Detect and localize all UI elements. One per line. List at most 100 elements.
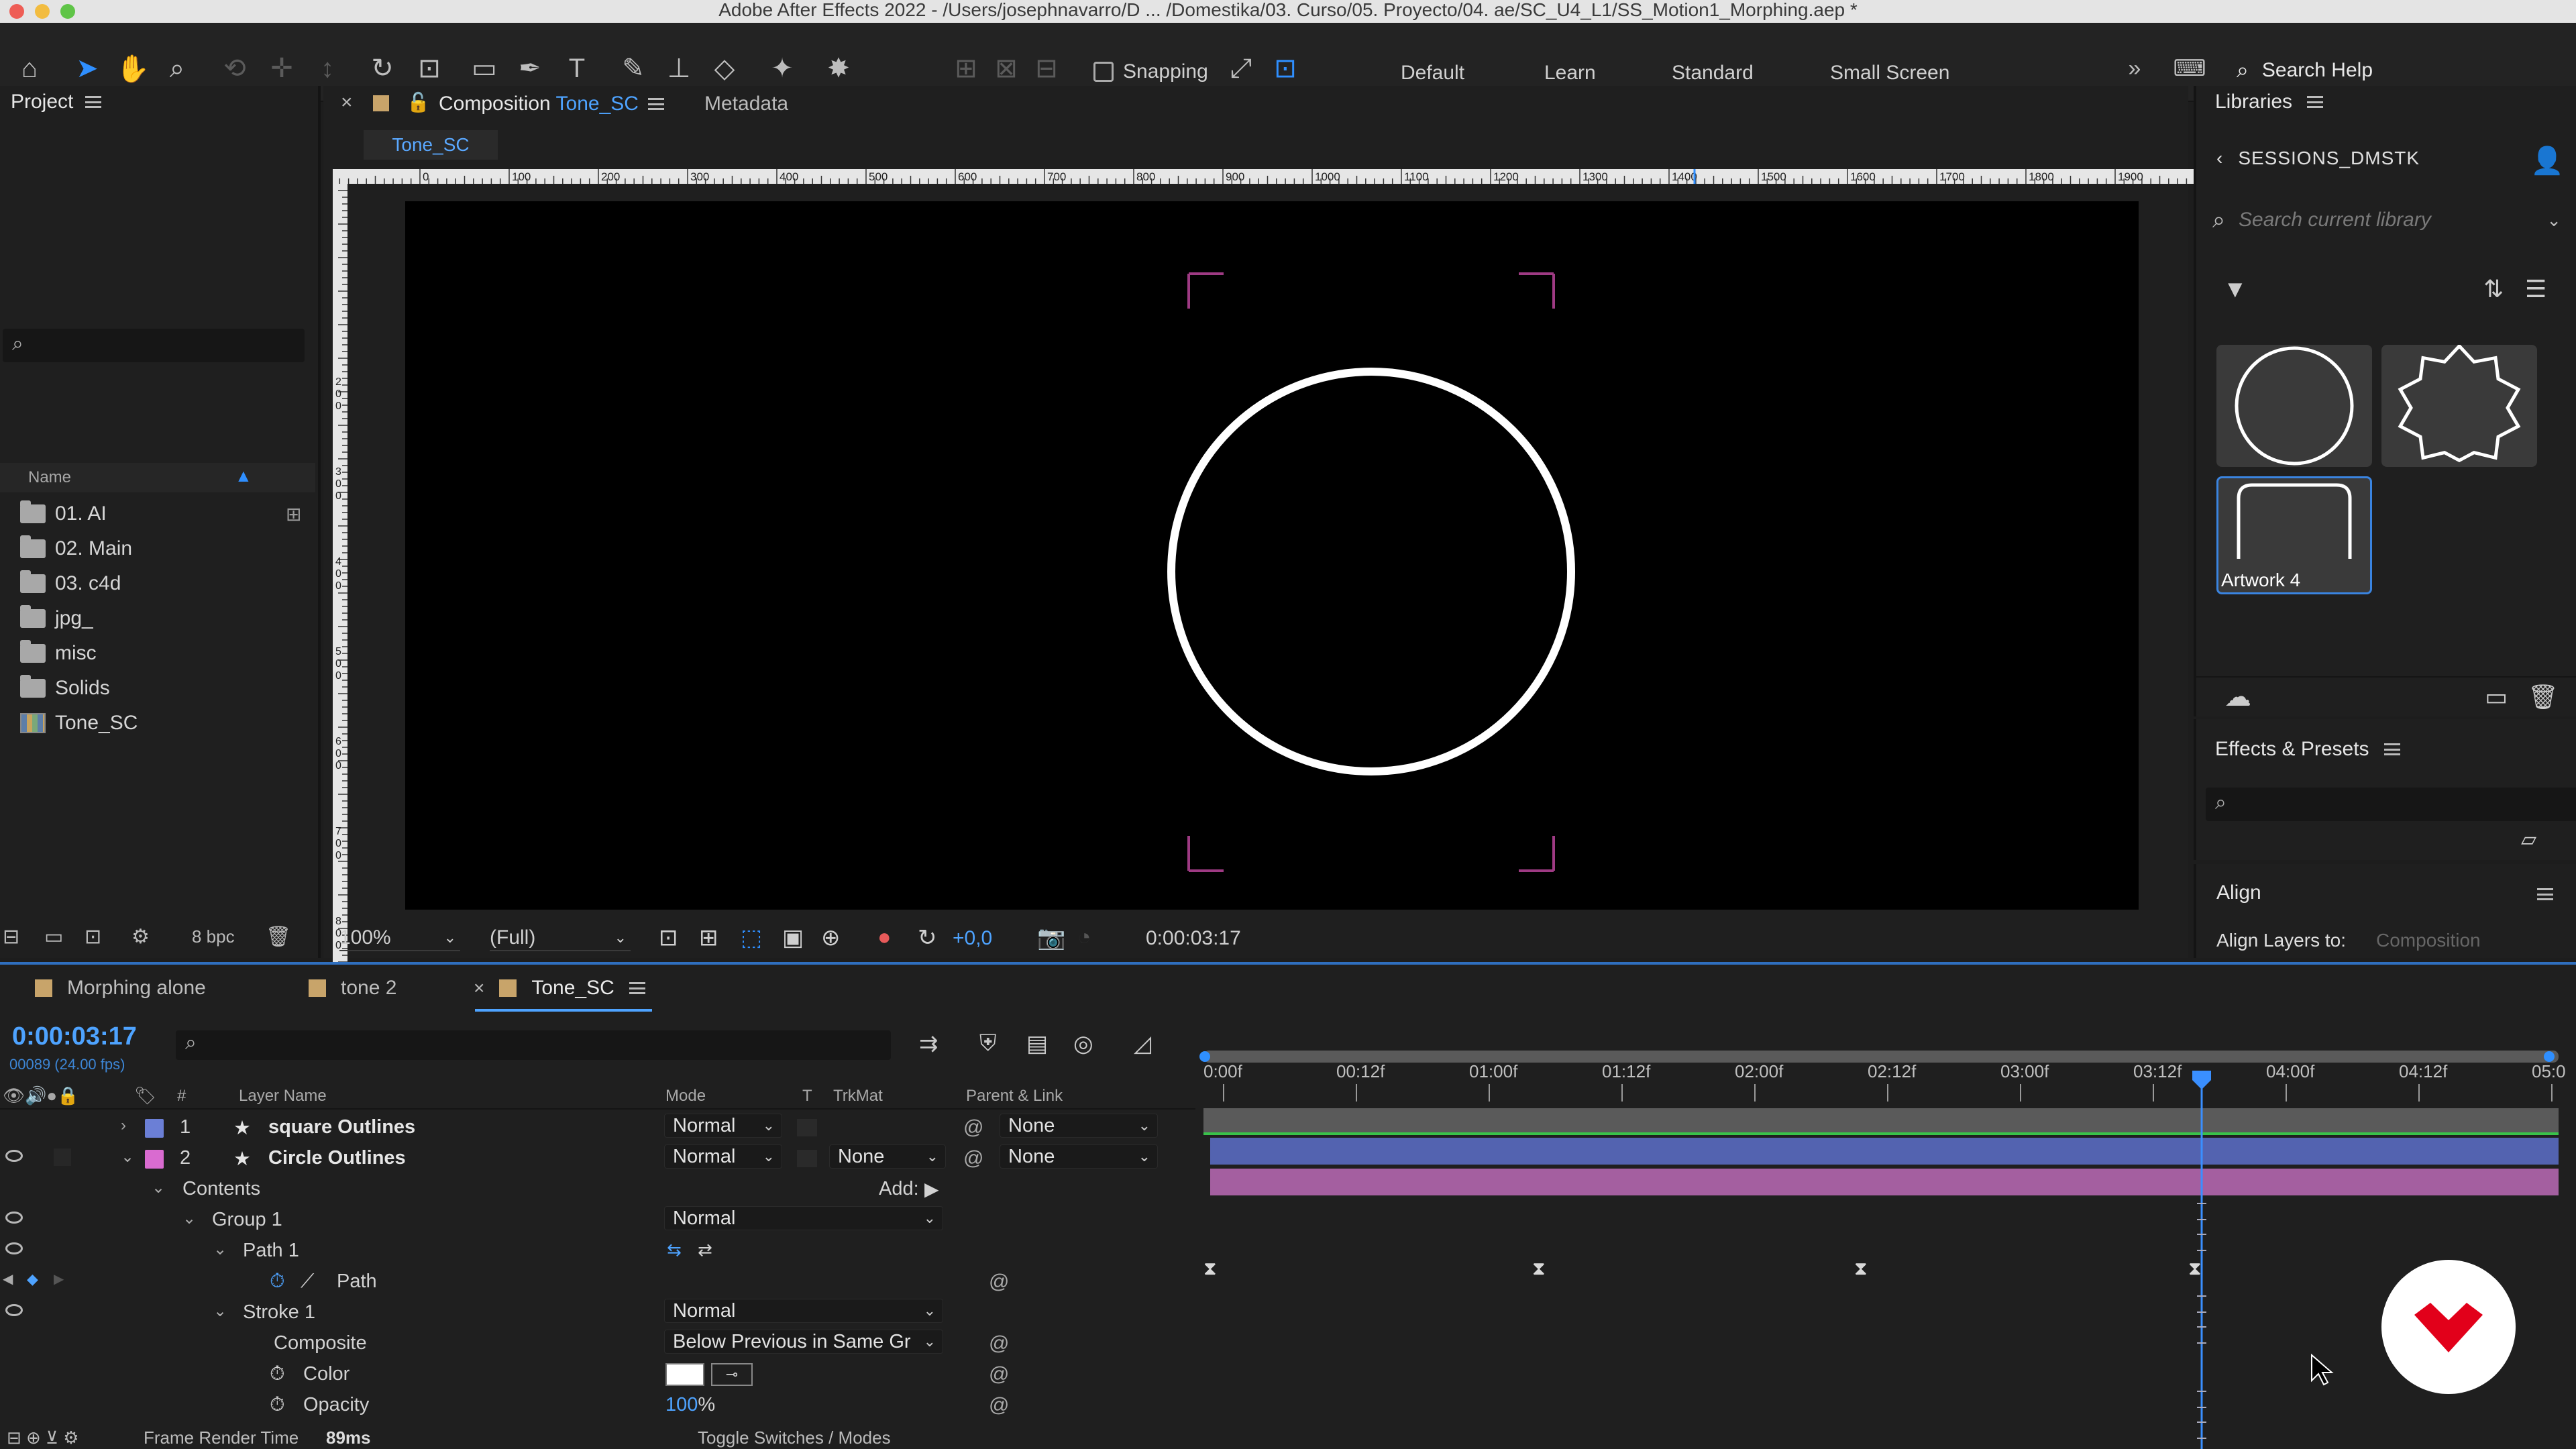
draft-3d-icon[interactable]: ⛨ (979, 1030, 997, 1057)
layer-2-duration-bar[interactable] (1210, 1169, 2559, 1195)
rotate-tool-icon[interactable]: ↻ (368, 54, 397, 83)
work-area-bar[interactable] (1203, 1108, 2559, 1132)
flowchart-icon[interactable]: ⊞ (286, 503, 301, 525)
color-row[interactable]: ⏱ Color ⊸ @ (0, 1358, 1195, 1389)
channels-icon[interactable]: ● (877, 924, 892, 951)
grid-guides-icon[interactable]: ⊕ (821, 924, 841, 951)
pickwhip-icon[interactable]: @ (963, 1116, 983, 1139)
project-item-folder[interactable]: 02. Main (0, 531, 315, 566)
search-help[interactable]: ⌕ Search Help (2237, 58, 2373, 83)
new-library-folder-icon[interactable]: ▭ (2485, 683, 2508, 711)
layer-row-circle-outlines[interactable]: ⌄ 2 ★ Circle Outlines Normal ⌄ None ⌄ @ No… (0, 1142, 1195, 1173)
sort-icon[interactable]: ⇅ (2483, 275, 2504, 303)
stopwatch-icon[interactable]: ⏱ (270, 1271, 285, 1293)
edit-workspaces-icon[interactable]: ⌨ (2173, 54, 2206, 83)
workspace-learn[interactable]: Learn (1544, 62, 1596, 85)
exposure-value[interactable]: +0,0 (953, 927, 992, 950)
project-menu-icon[interactable] (85, 96, 102, 108)
chevron-down-icon[interactable]: ⌄ (213, 1240, 227, 1259)
show-snapshot-icon[interactable]: ◔ (1077, 924, 1091, 951)
navigator-start-handle[interactable] (1199, 1051, 1210, 1062)
library-item-circle[interactable] (2216, 345, 2372, 467)
snapping-checkbox[interactable] (1093, 62, 1114, 82)
parent-dropdown[interactable]: None ⌄ (1000, 1144, 1158, 1169)
zoom-tool-icon[interactable]: ⌕ (162, 54, 192, 83)
clone-stamp-icon[interactable]: ⊥ (664, 54, 694, 83)
axis-view-icon[interactable]: ⊟ (1032, 54, 1061, 83)
layer-name[interactable]: square Outlines (268, 1116, 415, 1138)
project-item-folder[interactable]: 03. c4d (0, 566, 315, 601)
circle-outline-shape[interactable] (1167, 368, 1575, 775)
composition-canvas[interactable] (405, 201, 2139, 910)
path-keyframe[interactable]: ⧗ (1532, 1257, 1546, 1279)
pickwhip-icon[interactable]: @ (989, 1363, 1009, 1386)
mode-dropdown[interactable]: Normal ⌄ (664, 1114, 782, 1138)
layer-name-column-header[interactable]: Layer Name (239, 1087, 327, 1106)
mask-visibility-icon[interactable]: ⬚ (741, 924, 762, 951)
add-keyframe-icon[interactable]: ◆ (27, 1271, 38, 1288)
pickwhip-icon[interactable]: @ (989, 1271, 1009, 1293)
comp-mini-flowchart-icon[interactable]: ⇉ (919, 1030, 938, 1057)
library-search-input[interactable]: ⌕ Search current library ⌄ (2212, 200, 2561, 240)
bit-depth-label[interactable]: 8 bpc (192, 926, 235, 947)
composite-dropdown[interactable]: Below Previous in Same Gr ⌄ (664, 1330, 943, 1354)
graph-editor-icon[interactable]: ◿ (1134, 1030, 1151, 1057)
solo-toggle[interactable] (54, 1148, 71, 1166)
brush-tool-icon[interactable]: ✎ (619, 54, 648, 83)
visibility-eye-icon[interactable] (5, 1304, 23, 1316)
layer-label-color[interactable] (145, 1150, 164, 1169)
project-settings-icon[interactable]: ⚙ (131, 925, 150, 949)
snapping-toggle[interactable]: Snapping (1093, 60, 1208, 83)
more-workspaces-icon[interactable]: » (2120, 54, 2149, 83)
timeline-tab-tone-2[interactable]: tone 2 (309, 977, 396, 1000)
effects-menu-icon[interactable] (2383, 743, 2400, 755)
prev-keyframe-icon[interactable]: ◀ (3, 1271, 13, 1287)
chevron-down-icon[interactable]: ⌄ (152, 1178, 165, 1197)
viewer-timecode[interactable]: 0:00:03:17 (1146, 927, 1241, 950)
workspace-default[interactable]: Default (1401, 62, 1464, 85)
opacity-value-field[interactable]: 100% (665, 1394, 715, 1416)
path-group-row[interactable]: ⌄ Path 1 ⇆ ⇄ (0, 1234, 1195, 1265)
pickwhip-icon[interactable]: @ (963, 1147, 983, 1170)
composite-row[interactable]: Composite Below Previous in Same Gr ⌄ @ (0, 1327, 1195, 1358)
trkmat-dropdown[interactable]: None ⌄ (829, 1144, 946, 1169)
visibility-eye-icon[interactable] (5, 1212, 23, 1224)
layer-name[interactable]: Circle Outlines (268, 1147, 406, 1169)
workspace-standard[interactable]: Standard (1672, 62, 1754, 85)
timeline-graph[interactable]: ⧗ ⧗ ⧗ ⧗ 0:00f 00:12f 01:00f 01:12f 02:00f 02:12f… (1198, 1026, 2576, 1449)
chevron-down-icon[interactable]: ⌄ (182, 1209, 196, 1228)
path-keyframe[interactable]: ⧗ (2188, 1257, 2202, 1279)
align-menu-icon[interactable] (2537, 888, 2553, 900)
project-item-folder[interactable]: 01. AI ⊞ (0, 496, 315, 531)
dolly-tool-icon[interactable]: ↕ (313, 54, 342, 83)
preserve-transparency-toggle[interactable] (797, 1150, 817, 1167)
snap-features-icon[interactable]: ⊡ (1271, 54, 1300, 83)
composition-tab-label[interactable]: Composition Tone_SC (439, 93, 639, 115)
visibility-eye-icon[interactable] (5, 1150, 23, 1162)
delete-icon[interactable]: 🗑 (2528, 683, 2559, 711)
pickwhip-icon[interactable]: @ (989, 1332, 1009, 1355)
effects-search-input[interactable]: ⌕ (2206, 788, 2576, 821)
group-mode-dropdown[interactable]: Normal ⌄ (664, 1206, 943, 1230)
graph-icon[interactable]: ⟋ (301, 1271, 314, 1293)
puppet-tool-icon[interactable]: ✸ (824, 54, 853, 83)
opacity-row[interactable]: ⏱ Opacity 100% @ (0, 1389, 1195, 1419)
pen-tool-icon[interactable]: ✒ (515, 54, 545, 83)
zoom-dropdown[interactable]: 100% ⌄ (339, 924, 460, 951)
align-to-dropdown[interactable]: Composition (2376, 930, 2481, 951)
chevron-right-icon[interactable]: › (121, 1116, 126, 1135)
new-folder-icon[interactable]: ▭ (44, 925, 63, 949)
metadata-tab[interactable]: Metadata (704, 93, 788, 115)
project-search-input[interactable]: ⌕ (3, 329, 305, 362)
roto-brush-icon[interactable]: ✦ (767, 54, 797, 83)
collaborators-icon[interactable]: 👤 (2530, 145, 2564, 176)
hand-tool-icon[interactable]: ✋ (116, 54, 150, 84)
add-content-icon[interactable]: ▶ (924, 1178, 939, 1200)
stroke-row[interactable]: ⌄ Stroke 1 Normal ⌄ (0, 1296, 1195, 1327)
axis-world-icon[interactable]: ⊠ (991, 54, 1021, 83)
new-preset-icon[interactable]: ▱ (2521, 828, 2536, 851)
timeline-tab-tone-sc[interactable]: × Tone_SC (474, 977, 645, 1000)
resolution-dropdown[interactable]: (Full) ⌄ (490, 924, 631, 951)
mode-dropdown[interactable]: Normal ⌄ (664, 1144, 782, 1169)
libraries-menu-icon[interactable] (2307, 96, 2324, 108)
